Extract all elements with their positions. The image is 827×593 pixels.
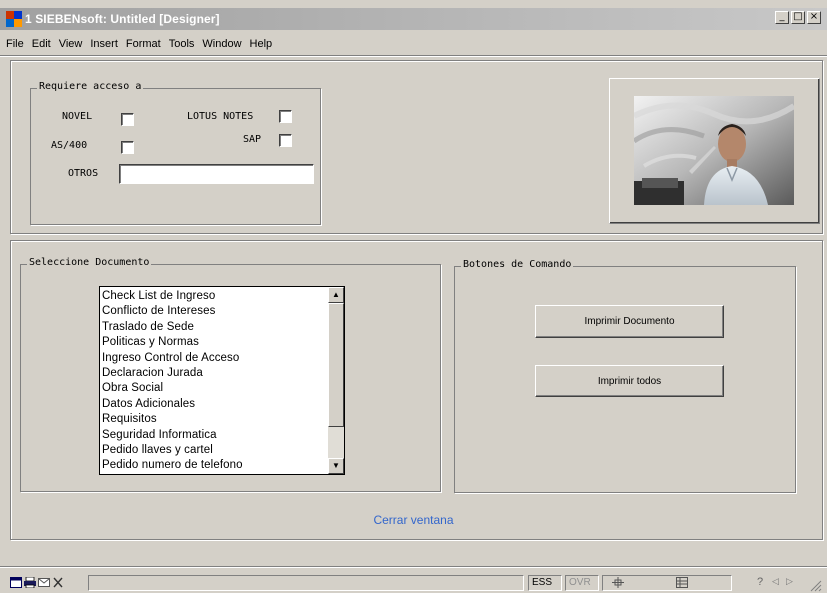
menu-edit[interactable]: Edit	[28, 38, 55, 50]
status-bar: ESS OVR ? ◁ ▷	[0, 573, 827, 593]
close-window-link[interactable]: Cerrar ventana	[0, 513, 827, 527]
arrow-right-icon[interactable]: ▷	[786, 576, 793, 587]
menu-insert[interactable]: Insert	[86, 38, 122, 50]
menu-file[interactable]: File	[0, 38, 28, 50]
window-icon[interactable]	[10, 577, 22, 588]
arrow-left-icon[interactable]: ◁	[772, 576, 779, 587]
list-item[interactable]: Requisitos	[102, 412, 327, 427]
access-group-legend: Requiere acceso a	[37, 81, 144, 92]
window-title: 1 SIEBENsoft: Untitled [Designer]	[25, 12, 220, 26]
close-button[interactable]: ×	[807, 11, 821, 24]
grid-move-icon[interactable]	[612, 577, 624, 588]
list-item[interactable]: Pedido llaves y cartel	[102, 443, 327, 458]
list-item[interactable]: Declaracion Jurada	[102, 366, 327, 381]
list-item[interactable]: Seguridad Informatica	[102, 428, 327, 443]
menu-bar: File Edit View Insert Format Tools Windo…	[0, 34, 276, 54]
list-item[interactable]: Traslado de Sede	[102, 320, 327, 335]
help-icon[interactable]: ?	[757, 576, 763, 588]
novel-checkbox[interactable]	[121, 113, 134, 126]
list-item[interactable]: Politicas y Normas	[102, 335, 327, 350]
list-item[interactable]: Check List de Ingreso	[102, 289, 327, 304]
menu-format[interactable]: Format	[122, 38, 165, 50]
menu-separator	[0, 55, 827, 57]
as400-label: AS/400	[51, 140, 88, 151]
menu-view[interactable]: View	[55, 38, 87, 50]
lotus-notes-checkbox[interactable]	[279, 110, 292, 123]
printer-icon[interactable]	[24, 577, 36, 588]
sap-checkbox[interactable]	[279, 134, 292, 147]
status-message	[88, 575, 524, 591]
maximize-button[interactable]: □	[791, 11, 805, 24]
app-icon	[6, 11, 22, 27]
chevron-up-icon[interactable]: ▲	[328, 287, 344, 303]
chevron-down-icon[interactable]: ▼	[328, 458, 344, 474]
ovr-indicator: OVR	[565, 575, 599, 591]
title-bar[interactable]: 1 SIEBENsoft: Untitled [Designer] _ □ ×	[0, 8, 827, 30]
profile-photo	[634, 96, 794, 205]
scrollbar-thumb[interactable]	[328, 303, 344, 427]
list-item[interactable]: Datos Adicionales	[102, 397, 327, 412]
listbox-scrollbar[interactable]: ▲ ▼	[328, 287, 344, 474]
list-item[interactable]: Obra Social	[102, 381, 327, 396]
photo-frame	[609, 78, 820, 224]
mail-icon[interactable]	[38, 577, 50, 588]
access-group: Requiere acceso a	[30, 81, 321, 225]
list-item[interactable]: Pedido numero de telefono	[102, 458, 327, 473]
resize-grip-icon[interactable]	[808, 578, 822, 592]
cut-icon[interactable]	[52, 577, 64, 588]
menu-help[interactable]: Help	[246, 38, 277, 50]
sap-label: SAP	[243, 134, 262, 145]
document-listbox[interactable]: Check List de Ingreso Conflicto de Inter…	[99, 286, 345, 475]
as400-checkbox[interactable]	[121, 141, 134, 154]
table-icon[interactable]	[676, 577, 688, 588]
menu-window[interactable]: Window	[198, 38, 245, 50]
list-item[interactable]: Ingreso Control de Acceso	[102, 351, 327, 366]
lotus-notes-label: LOTUS NOTES	[187, 111, 254, 122]
minimize-button[interactable]: _	[775, 11, 789, 24]
document-group-legend: Seleccione Documento	[27, 257, 152, 268]
menu-tools[interactable]: Tools	[165, 38, 199, 50]
print-all-button[interactable]: Imprimir todos	[535, 365, 724, 397]
commands-group-legend: Botones de Comando	[461, 259, 574, 270]
novel-label: NOVEL	[62, 111, 93, 122]
print-document-button[interactable]: Imprimir Documento	[535, 305, 724, 338]
list-item[interactable]: Conflicto de Intereses	[102, 304, 327, 319]
ess-indicator: ESS	[528, 575, 562, 591]
otros-input[interactable]	[119, 164, 314, 184]
otros-label: OTROS	[68, 168, 99, 179]
status-separator	[0, 566, 827, 568]
